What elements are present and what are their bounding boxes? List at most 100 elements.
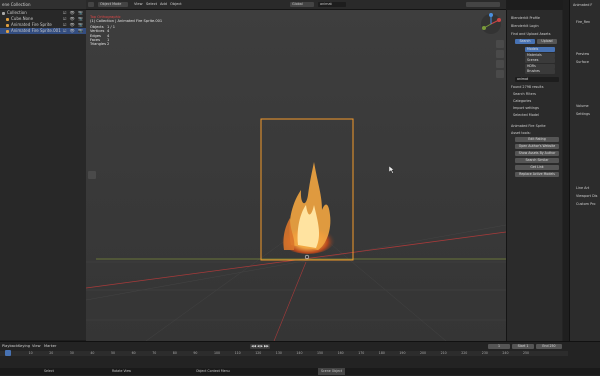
menu-select[interactable]: Select <box>146 2 157 6</box>
toolbar-toggle-icon[interactable] <box>88 171 96 179</box>
menu-object[interactable]: Object <box>170 2 182 6</box>
start-value: 1 <box>526 344 529 348</box>
stat-value: 1 <box>107 38 110 43</box>
search-field[interactable]: animat <box>318 2 346 7</box>
asset-tool-button[interactable]: Replace Active Models <box>515 172 559 177</box>
properties-row[interactable]: Custom Pro <box>576 202 595 206</box>
viewport-grid <box>86 0 506 341</box>
orientation-label: Global <box>292 2 303 6</box>
navigation-gizmo[interactable] <box>479 12 503 36</box>
timeline-menu-playback[interactable]: Playback <box>2 344 18 348</box>
orientation-dropdown[interactable]: Global <box>290 2 314 7</box>
end-frame-field[interactable]: End 250 <box>536 344 562 349</box>
selected-model-name: Animated Fire Sprite <box>511 124 546 128</box>
frame-tick-label: 10 <box>28 351 33 355</box>
asset-tool-button[interactable]: Open Author's Website <box>515 144 559 149</box>
category-materials[interactable]: Materials <box>525 52 555 58</box>
object-icon <box>2 11 5 15</box>
stat-value: 4 <box>107 33 110 38</box>
current-frame-field[interactable]: 1 <box>488 344 510 349</box>
start-frame-field[interactable]: Start 1 <box>512 344 534 349</box>
outliner-item-label: Collection <box>7 10 27 15</box>
menu-view[interactable]: View <box>134 2 143 6</box>
stat-row: Triangles2 <box>90 42 162 46</box>
outliner-item[interactable]: Animated Fire Sprite.001 ☑ 👁 📷 <box>0 28 86 34</box>
category-scenes[interactable]: Scenes <box>525 58 555 64</box>
frame-tick-label: 110 <box>234 351 241 355</box>
frame-tick-label: 50 <box>111 351 116 355</box>
frame-tick-label: 120 <box>255 351 262 355</box>
outliner-item-label: Animated Fire Sprite.001 <box>11 28 61 33</box>
perspective-toggle-icon[interactable] <box>496 70 504 78</box>
asset-tool-button[interactable]: Show Assets By Author <box>515 151 559 156</box>
frame-tick-label: 90 <box>193 351 198 355</box>
frame-tick-label: 160 <box>337 351 344 355</box>
properties-row[interactable]: Preview <box>576 52 589 56</box>
frame-tick-label: 180 <box>378 351 385 355</box>
search-value: animat <box>320 2 332 6</box>
zoom-icon[interactable] <box>496 40 504 48</box>
category-brushes[interactable]: Brushes <box>525 69 555 75</box>
properties-row[interactable]: Line Art <box>576 186 589 190</box>
find-upload-row[interactable]: Find and Upload Assets <box>511 32 550 36</box>
asset-tool-button[interactable]: Edit Rating <box>515 137 559 142</box>
frame-tick-label: 200 <box>420 351 427 355</box>
panel-section-header[interactable]: Search Filters <box>513 92 536 96</box>
frame-tick-label: 250 <box>523 351 530 355</box>
frame-tick-label: 220 <box>461 351 468 355</box>
timeline-menu-keying[interactable]: Keying <box>18 344 30 348</box>
sidebar-panel: Blenderkit Profile Blenderkit Login Find… <box>506 10 563 341</box>
panel-section-header[interactable]: Categories <box>513 99 531 103</box>
object-icon <box>6 29 9 33</box>
pan-icon[interactable] <box>496 50 504 58</box>
3d-viewport[interactable]: Object Mode View Select Add Object Globa… <box>86 0 506 341</box>
asset-tool-button[interactable]: Search Similar <box>515 158 559 163</box>
tab-search[interactable]: Search <box>515 39 535 44</box>
panel-section-header[interactable]: Import settings <box>513 106 539 110</box>
frame-tick-label: 140 <box>296 351 303 355</box>
blenderkit-login-row[interactable]: Blenderkit Login <box>511 24 539 28</box>
active-collection: (1) Collection | Animated Fire Sprite.00… <box>90 19 163 24</box>
outliner-item-label: Animated Fire Sprite <box>11 22 52 27</box>
stat-label: Triangles <box>90 42 106 47</box>
playback-controls[interactable]: ◀◀ ◀ ▶ ▶▶ <box>250 344 270 349</box>
viewport-overlay-text: Top Orthographic (1) Collection | Animat… <box>90 15 162 47</box>
playhead[interactable] <box>5 350 11 356</box>
category-hdrs[interactable]: HDRs <box>525 63 555 69</box>
category-models[interactable]: Models <box>525 47 555 52</box>
mode-label: Object Mode <box>100 2 122 6</box>
mode-selector[interactable]: Object Mode <box>98 2 128 7</box>
frame-tick-label: 30 <box>69 351 74 355</box>
outliner-panel: ene Collection Collection ☑ 👁 📷 Cube.None ☑… <box>0 0 87 340</box>
start-label: Start <box>517 344 526 348</box>
properties-row[interactable]: Volume <box>576 104 589 108</box>
blenderkit-profile-row[interactable]: Blenderkit Profile <box>511 16 540 20</box>
menu-add[interactable]: Add <box>160 2 167 6</box>
panel-section-header[interactable]: Selected Model <box>513 113 539 117</box>
frame-tick-label: 100 <box>214 351 221 355</box>
camera-view-icon[interactable] <box>496 60 504 68</box>
outliner-header: ene Collection <box>0 0 86 10</box>
timeline-menu-view[interactable]: View <box>32 344 41 348</box>
timeline-menu-marker[interactable]: Marker <box>44 344 56 348</box>
properties-row[interactable]: Settings <box>576 112 590 116</box>
end-value: 250 <box>549 344 556 348</box>
visibility-toggles[interactable]: ☑ 👁 📷 <box>63 28 84 34</box>
shading-buttons[interactable] <box>466 2 500 7</box>
status-rotate: Rotate View <box>112 369 132 373</box>
results-count: Found 2798 results <box>511 85 544 89</box>
properties-row[interactable]: Viewport Dis <box>576 194 597 198</box>
properties-row[interactable]: Fire_Ren <box>576 20 590 24</box>
frame-tick-label: 210 <box>440 351 447 355</box>
asset-tool-button[interactable]: Get Link <box>515 165 559 170</box>
tab-upload[interactable]: Upload <box>537 39 557 44</box>
frame-tick-label: 170 <box>358 351 365 355</box>
asset-search-input[interactable]: animat <box>515 77 559 82</box>
status-bar: Select Rotate View Object Context Menu S… <box>0 368 600 375</box>
properties-title: Animated F <box>573 3 593 7</box>
properties-row[interactable]: Surface <box>576 60 589 64</box>
frame-tick-label: 230 <box>481 351 488 355</box>
object-icon <box>6 23 9 27</box>
editor-type-button[interactable] <box>88 2 94 7</box>
timeline-ruler[interactable]: 0102030405060708090100110120130140150160… <box>0 350 568 356</box>
